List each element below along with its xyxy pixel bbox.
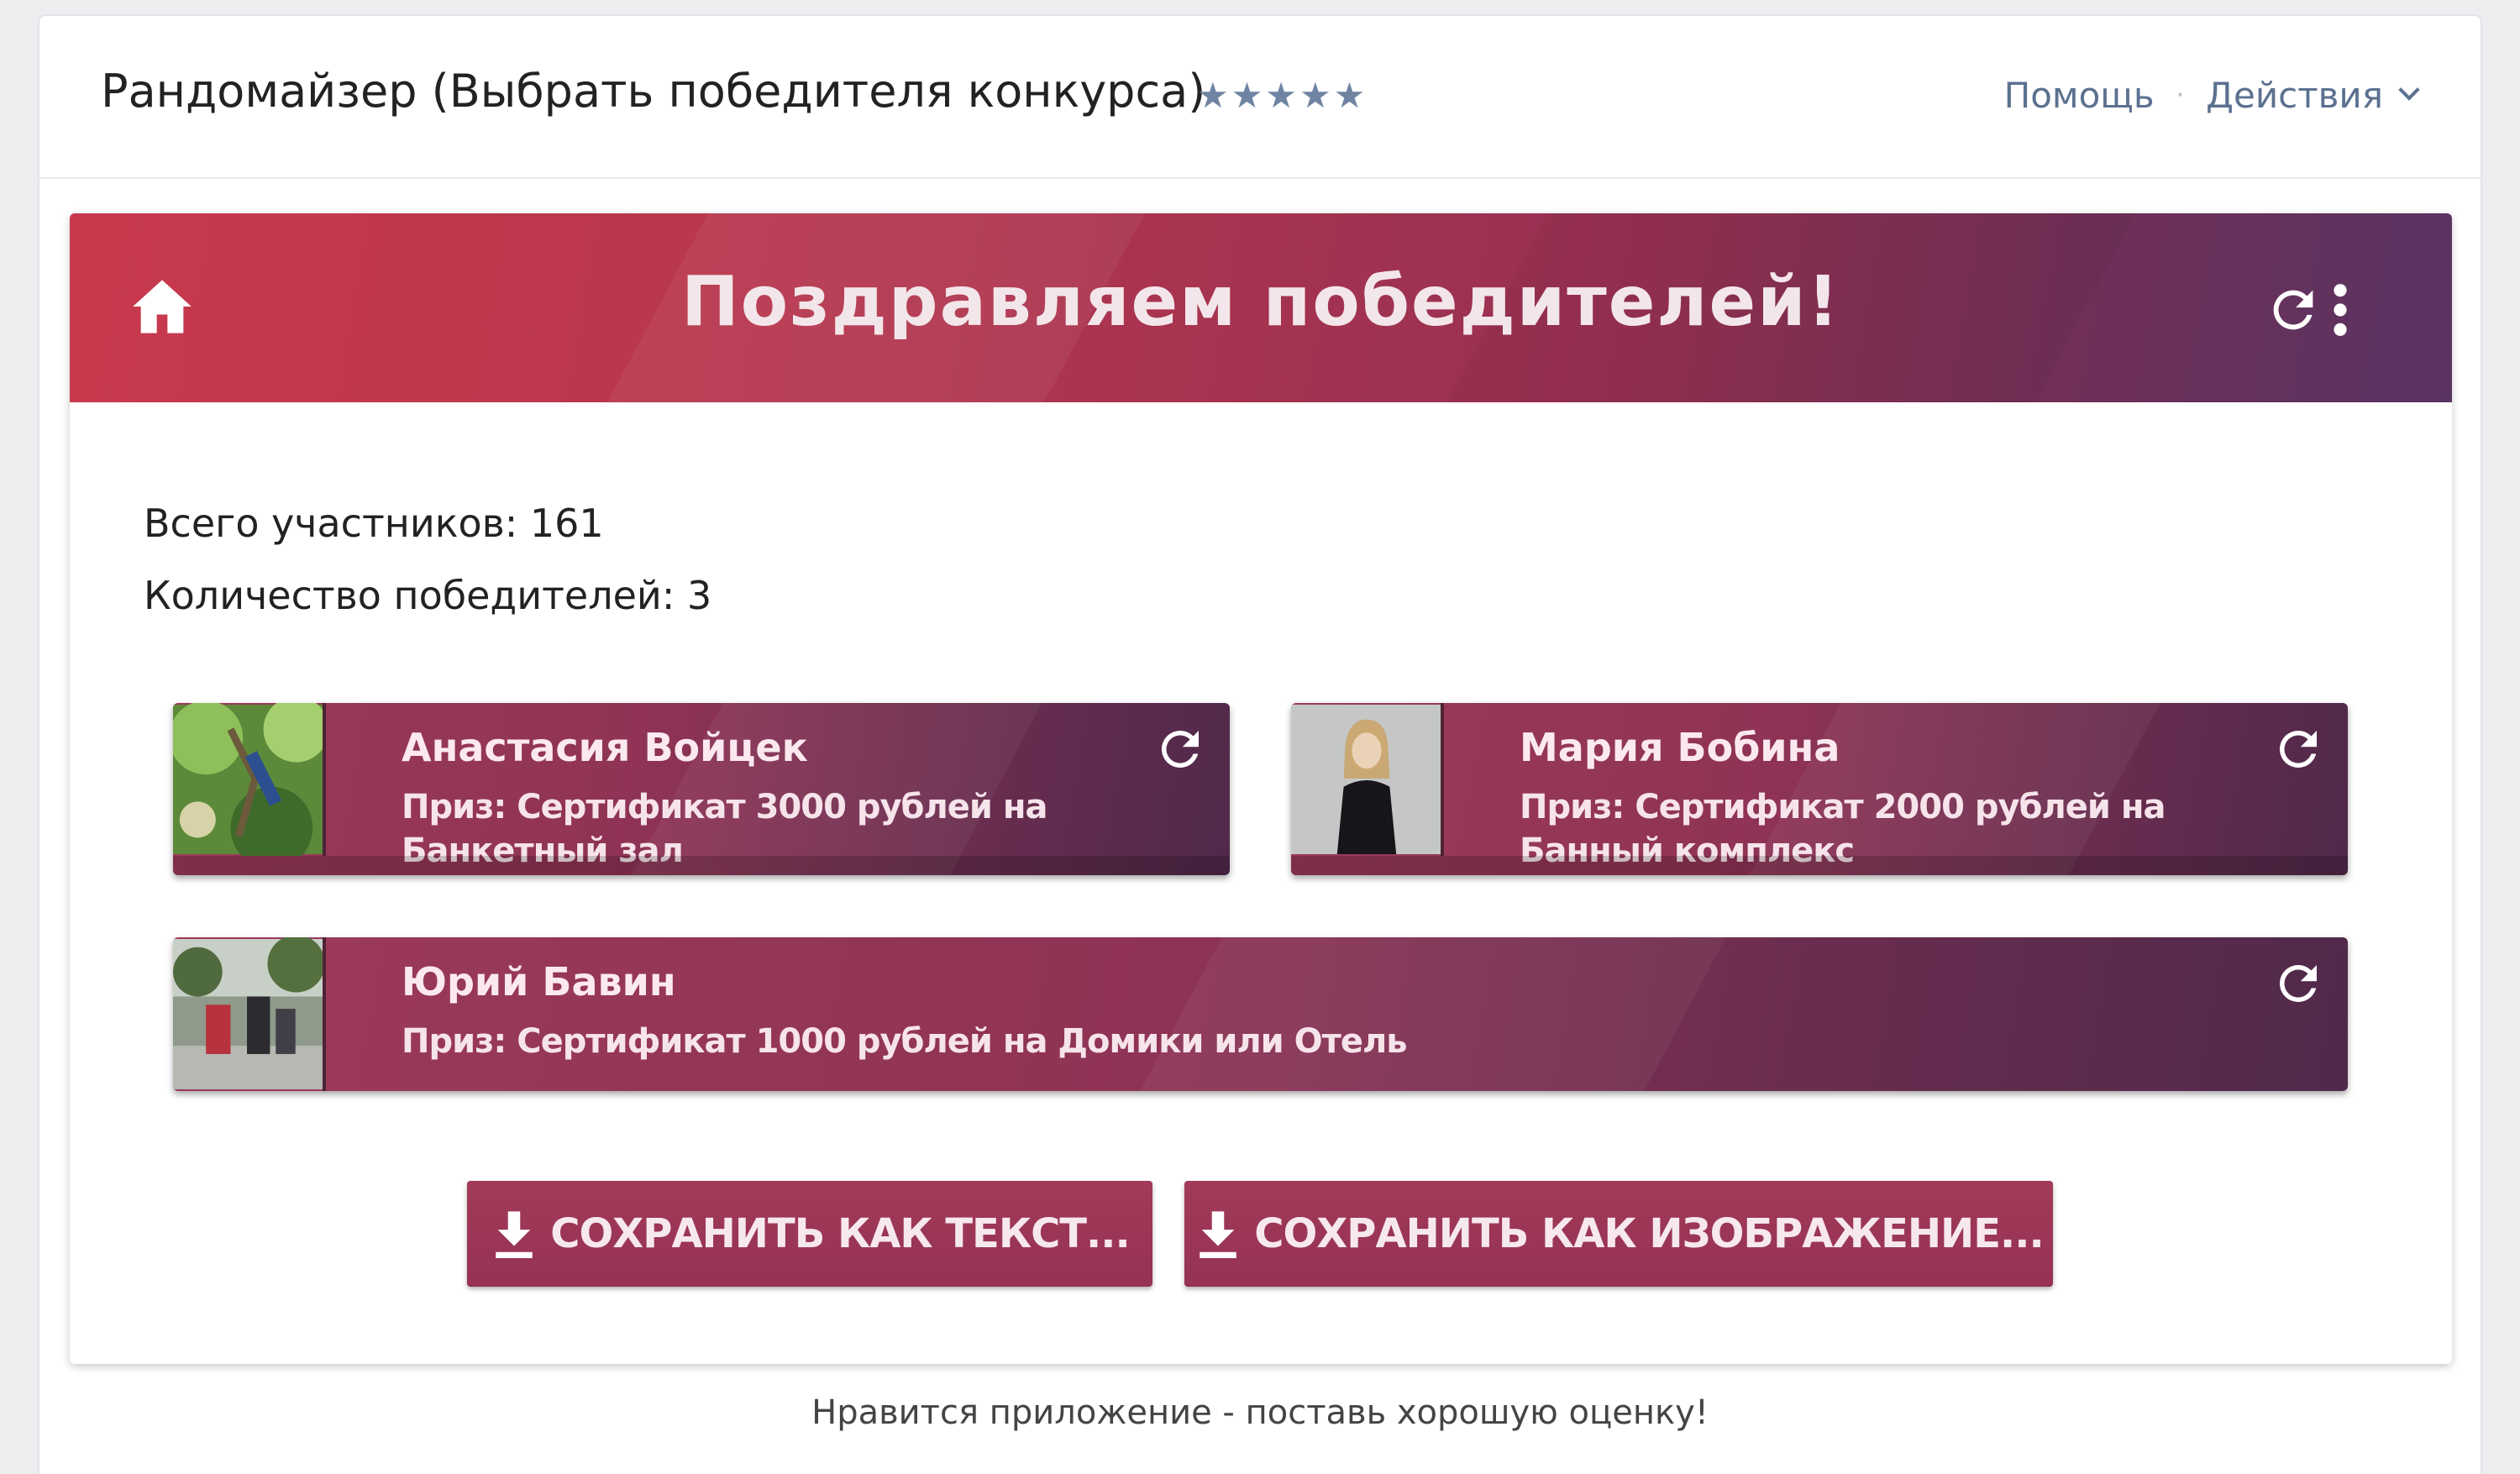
download-icon [496, 1211, 533, 1258]
save-as-text-button[interactable]: СОХРАНИТЬ КАК ТЕКСТ... [467, 1181, 1152, 1287]
winner-prize: Приз: Сертификат 1000 рублей на Домики и… [402, 1022, 1408, 1061]
link-separator: · [2176, 81, 2185, 110]
rating-stars[interactable]: ★★★★★ [1197, 75, 1368, 116]
refresh-icon[interactable] [2264, 281, 2323, 339]
app-window: Рандомайзер (Выбрать победителя конкурса… [39, 16, 2481, 1474]
winner-name: Юрий Бавин [402, 959, 676, 1005]
help-link[interactable]: Помощь [2004, 75, 2155, 116]
avatar[interactable] [173, 703, 326, 856]
actions-link[interactable]: Действия [2206, 75, 2383, 116]
winner-name: Мария Бобина [1520, 725, 1840, 770]
footer-note: Нравится приложение - поставь хорошую оц… [811, 1393, 1709, 1432]
header-title: Поздравляем победителей! [681, 262, 1840, 342]
winner-card: Анастасия Войцек Приз: Сертификат 3000 р… [173, 703, 1230, 875]
top-links: Помощь · Действия [2004, 75, 2420, 116]
winner-decor [1140, 937, 1726, 1091]
avatar[interactable] [173, 937, 326, 1091]
download-icon [1200, 1211, 1237, 1258]
app-topbar: Рандомайзер (Выбрать победителя конкурса… [39, 16, 2481, 179]
app-title: Рандомайзер (Выбрать победителя конкурса… [101, 65, 1206, 118]
winner-card-footer [173, 856, 1230, 875]
save-as-text-label: СОХРАНИТЬ КАК ТЕКСТ... [550, 1210, 1131, 1257]
avatar[interactable] [1291, 703, 1444, 856]
save-as-image-button[interactable]: СОХРАНИТЬ КАК ИЗОБРАЖЕНИЕ... [1184, 1181, 2053, 1287]
results-header: Поздравляем победителей! [70, 213, 2452, 402]
winner-card: Юрий Бавин Приз: Сертификат 1000 рублей … [173, 937, 2348, 1091]
winner-card-footer [1291, 856, 2348, 875]
results-card: Поздравляем победителей! Всего участнико… [70, 213, 2452, 1364]
chevron-down-icon[interactable] [2398, 78, 2420, 101]
participants-count: Всего участников: 161 [144, 501, 604, 546]
more-vertical-icon[interactable] [2332, 281, 2349, 339]
refresh-icon[interactable] [2271, 721, 2326, 777]
winner-name: Анастасия Войцек [402, 725, 808, 770]
save-as-image-label: СОХРАНИТЬ КАК ИЗОБРАЖЕНИЕ... [1254, 1210, 2044, 1257]
refresh-icon[interactable] [1152, 721, 1208, 777]
refresh-icon[interactable] [2271, 956, 2326, 1011]
winners-count: Количество победителей: 3 [144, 573, 712, 618]
winner-card: Мария Бобина Приз: Сертификат 2000 рубле… [1291, 703, 2348, 875]
